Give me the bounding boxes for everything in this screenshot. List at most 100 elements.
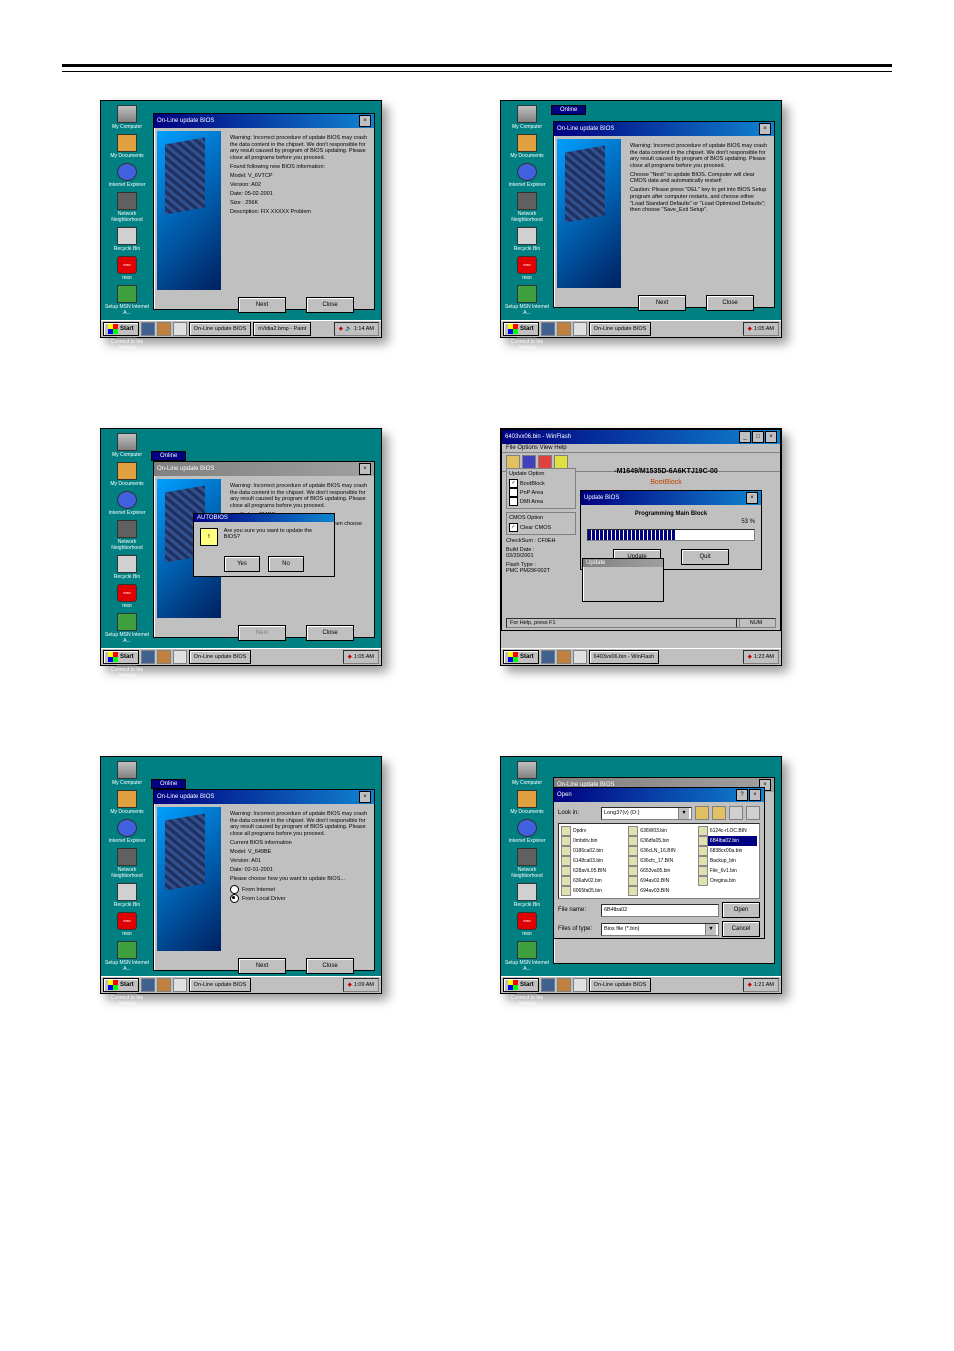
file-item[interactable]: Oregina.bin <box>698 876 757 886</box>
file-item[interactable]: 6653va05.bin <box>628 866 686 876</box>
close-icon[interactable]: × <box>749 789 761 801</box>
file-item[interactable]: 636cfc_17.BIN <box>628 856 686 866</box>
desktop-icon[interactable]: Setup MSN Internet A... <box>105 285 149 316</box>
close-button[interactable]: Close <box>706 295 754 311</box>
tray-icon[interactable]: ◆ <box>748 982 752 988</box>
file-item[interactable]: 694av02.BIN <box>628 876 686 886</box>
start-button[interactable]: Start <box>503 322 539 336</box>
desktop-icon[interactable]: My Computer <box>105 105 149 130</box>
checkbox[interactable]: ✓ <box>509 523 518 532</box>
tray-icon[interactable]: ◆ <box>339 326 343 332</box>
quicklaunch-icon[interactable] <box>141 650 155 664</box>
desktop-icon[interactable]: Recycle Bin <box>105 227 149 252</box>
checkbox[interactable] <box>509 488 518 497</box>
quit-button[interactable]: Quit <box>681 549 729 565</box>
quicklaunch-icon[interactable] <box>141 978 155 992</box>
online-menu[interactable]: Online <box>151 779 186 789</box>
next-button[interactable]: Next <box>238 958 286 974</box>
task-bios[interactable]: On-Line update BIOS <box>189 322 252 336</box>
task-winflash[interactable]: 6403vx06.bin - WinFlash <box>589 650 660 664</box>
menu-online[interactable]: Online <box>552 106 585 114</box>
start-button[interactable]: Start <box>103 322 139 336</box>
start-button[interactable]: Start <box>103 650 139 664</box>
tray-icon[interactable]: ◆ <box>748 654 752 660</box>
desktop-icon[interactable]: Setup MSN Internet A... <box>505 285 549 316</box>
toolbar-open-icon[interactable] <box>506 455 520 469</box>
yes-button[interactable]: Yes <box>224 556 260 572</box>
quicklaunch-icon[interactable] <box>157 978 171 992</box>
close-button[interactable]: Close <box>306 625 354 641</box>
desktop-icon[interactable]: Recycle Bin <box>105 883 149 908</box>
open-button[interactable]: Open <box>722 902 760 918</box>
desktop-icon[interactable]: Setup MSN Internet A... <box>505 941 549 972</box>
quicklaunch-icon[interactable] <box>141 322 155 336</box>
quicklaunch-icon[interactable] <box>173 322 187 336</box>
desktop-icon[interactable]: Internet Explorer <box>105 163 149 188</box>
desktop-icon[interactable]: Setup MSN Internet A... <box>105 941 149 972</box>
toolbar-save-icon[interactable] <box>522 455 536 469</box>
quicklaunch-icon[interactable] <box>541 978 555 992</box>
up-folder-icon[interactable] <box>695 806 709 820</box>
tray-icon[interactable]: 🔊 <box>345 326 352 332</box>
quicklaunch-icon[interactable] <box>557 322 571 336</box>
quicklaunch-icon[interactable] <box>157 650 171 664</box>
file-item[interactable]: 0mbdrv.bin <box>561 836 616 846</box>
file-item[interactable]: 636dfa05.bin <box>628 836 686 846</box>
desktop-icon[interactable]: msnmsn <box>105 912 149 937</box>
quicklaunch-icon[interactable] <box>573 322 587 336</box>
task-bios[interactable]: On-Line update BIOS <box>189 650 252 664</box>
checkbox[interactable]: ✓ <box>509 479 518 488</box>
desktop-icon[interactable]: Setup MSN Internet A... <box>105 613 149 644</box>
desktop-icon[interactable]: My Computer <box>505 761 549 786</box>
desktop-icon[interactable]: My Computer <box>105 433 149 458</box>
close-icon[interactable]: × <box>765 431 777 443</box>
desktop-icon[interactable]: Network Neighborhood <box>105 520 149 551</box>
menubar[interactable]: File Options View Help <box>502 444 780 453</box>
task-paint[interactable]: nVidia2.bmp - Paint <box>253 322 311 336</box>
task-bios[interactable]: On-Line update BIOS <box>189 978 252 992</box>
file-item[interactable]: 6065fa05.bin <box>561 886 616 896</box>
tray-icon[interactable]: ◆ <box>348 982 352 988</box>
desktop-icon[interactable]: msnmsn <box>505 256 549 281</box>
new-folder-icon[interactable] <box>712 806 726 820</box>
file-item[interactable]: 6B4lba02.bin <box>698 836 757 846</box>
no-button[interactable]: No <box>268 556 304 572</box>
close-icon[interactable]: × <box>746 492 758 504</box>
quicklaunch-icon[interactable] <box>573 978 587 992</box>
start-button[interactable]: Start <box>103 978 139 992</box>
close-icon[interactable]: × <box>359 791 371 803</box>
desktop-icon[interactable]: msnmsn <box>105 256 149 281</box>
file-item[interactable]: 636afv02.bin <box>561 876 616 886</box>
desktop-icon[interactable]: Recycle Bin <box>505 883 549 908</box>
file-item[interactable]: 6148ca03.bin <box>561 856 616 866</box>
quicklaunch-icon[interactable] <box>541 322 555 336</box>
quicklaunch-icon[interactable] <box>157 322 171 336</box>
desktop-icon[interactable]: My Documents <box>105 790 149 815</box>
close-icon[interactable]: × <box>359 463 371 475</box>
task-bios[interactable]: On-Line update BIOS <box>589 978 652 992</box>
view-details-icon[interactable] <box>746 806 760 820</box>
close-button[interactable]: Close <box>306 297 354 313</box>
start-button[interactable]: Start <box>503 650 539 664</box>
close-icon[interactable]: × <box>759 123 771 135</box>
desktop-icon[interactable]: My Documents <box>505 790 549 815</box>
next-button[interactable]: Next <box>238 297 286 313</box>
checkbox[interactable] <box>509 497 518 506</box>
desktop-icon[interactable]: Internet Explorer <box>505 819 549 844</box>
quicklaunch-icon[interactable] <box>557 978 571 992</box>
desktop-icon[interactable]: msnmsn <box>105 584 149 609</box>
file-item[interactable]: 636cLN_16.BIN <box>628 846 686 856</box>
file-list[interactable]: Dpdrv0mbdrv.bin0186ca02.bin6148ca03.bin6… <box>558 823 760 899</box>
quicklaunch-icon[interactable] <box>173 978 187 992</box>
close-icon[interactable]: × <box>359 115 371 127</box>
view-list-icon[interactable] <box>729 806 743 820</box>
desktop-icon[interactable]: Network Neighborhood <box>505 192 549 223</box>
maximize-icon[interactable]: □ <box>752 431 764 443</box>
file-item[interactable]: 6124c-rLOC.BIN <box>698 826 757 836</box>
file-item[interactable]: File_6v1.bin <box>698 866 757 876</box>
online-menu[interactable]: Online <box>551 105 586 115</box>
quicklaunch-icon[interactable] <box>557 650 571 664</box>
tray-icon[interactable]: ◆ <box>748 326 752 332</box>
next-button[interactable]: Next <box>638 295 686 311</box>
file-item[interactable]: 628av\L05.BIN <box>561 866 616 876</box>
